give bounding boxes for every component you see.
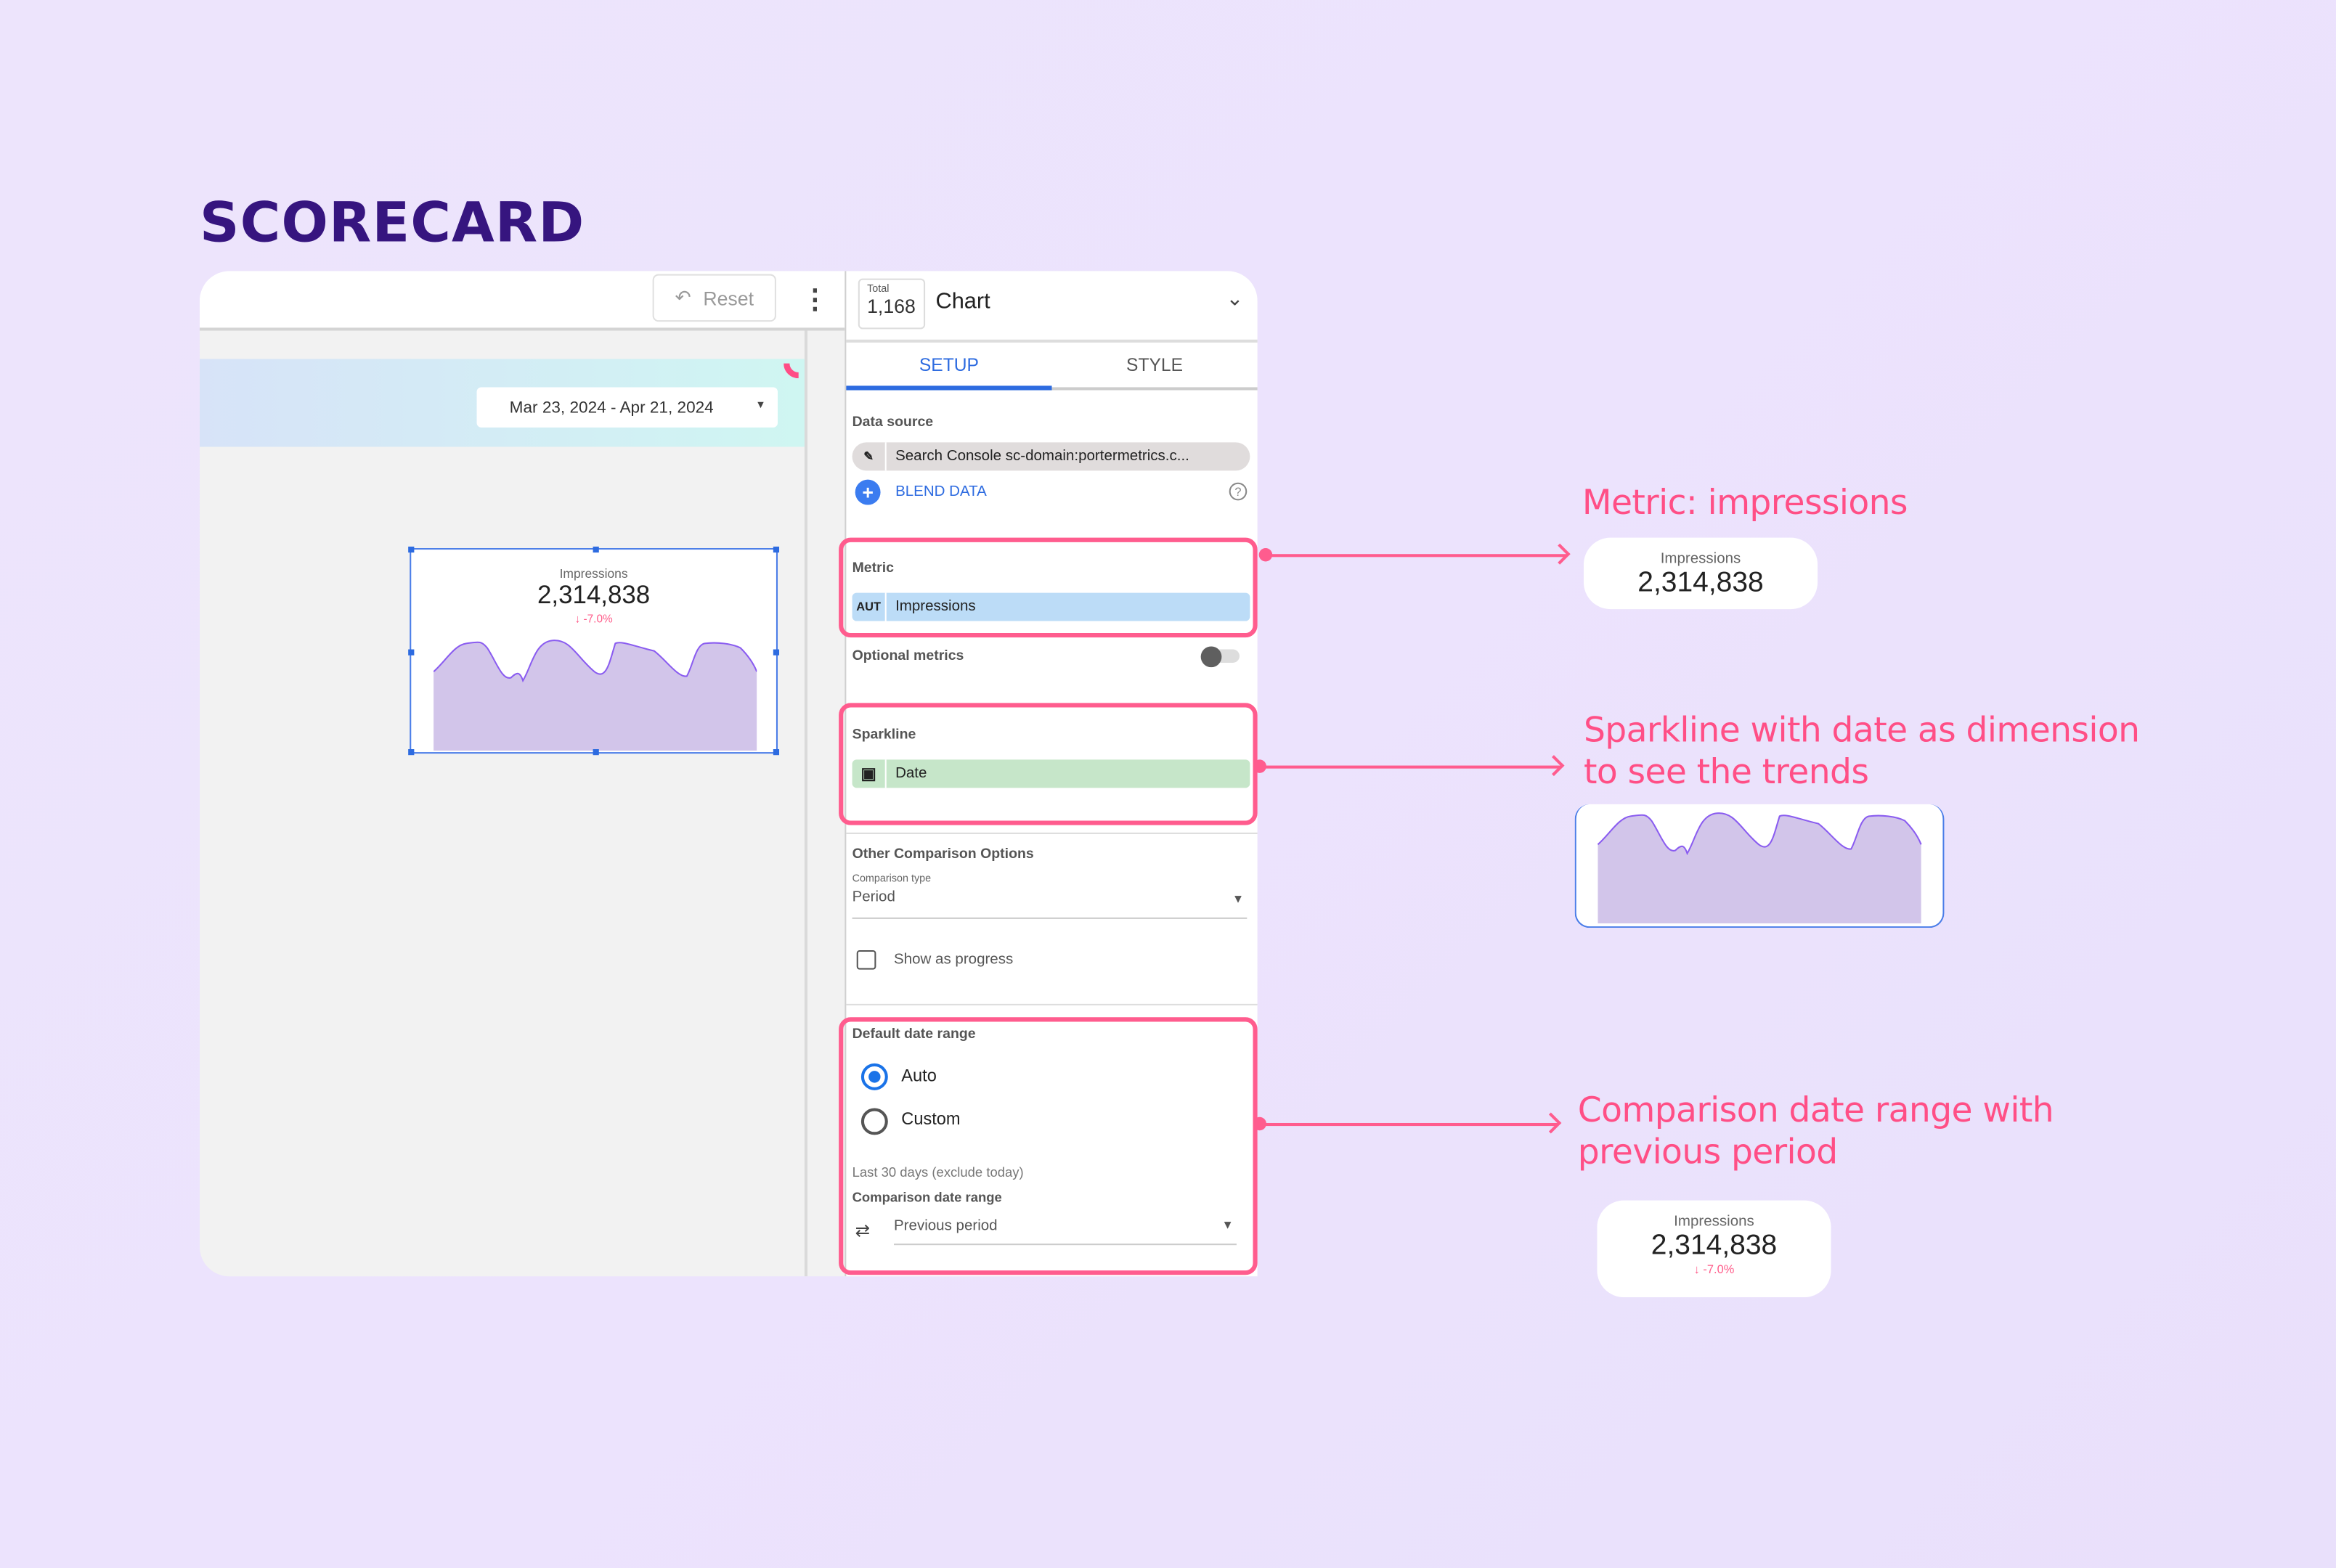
comparison-options-label: Other Comparison Options [852, 846, 1034, 862]
date-range-value: Mar 23, 2024 - Apr 21, 2024 [509, 398, 714, 417]
show-as-progress-checkbox[interactable] [856, 950, 876, 970]
data-source-chip[interactable]: ✎ Search Console sc-domain:portermetrics… [852, 442, 1250, 471]
date-range-highlight [839, 1017, 1258, 1275]
blend-data-button[interactable]: BLEND DATA [895, 484, 987, 501]
reset-button[interactable]: ↶ Reset [652, 274, 776, 322]
sparkline-chart [1597, 812, 1922, 924]
top-toolbar: ↶ Reset ⋮ [199, 271, 845, 331]
arrow-down-icon: ↓ [1693, 1262, 1700, 1277]
annotation-line: previous period [1577, 1133, 1838, 1172]
plus-icon[interactable]: + [855, 479, 881, 505]
active-tab-indicator [846, 385, 1052, 391]
connector-line [1260, 1122, 1559, 1127]
divider [846, 1003, 1258, 1005]
sparkline-highlight [839, 703, 1258, 825]
annotation-comparison: Comparison date range with previous peri… [1578, 1090, 2054, 1174]
more-vert-icon[interactable]: ⋮ [802, 283, 829, 316]
sparkline-area [434, 640, 757, 751]
resize-handle[interactable] [408, 546, 415, 553]
comparison-type-select[interactable]: Period ▼ [852, 889, 1248, 919]
resize-handle[interactable] [593, 546, 599, 553]
tab-setup[interactable]: SETUP [846, 354, 1051, 375]
resize-handle[interactable] [408, 749, 415, 756]
resize-handle[interactable] [773, 749, 780, 756]
divider [846, 832, 1258, 834]
arrow-down-icon: ↓ [574, 612, 581, 626]
total-value: 1,168 [867, 295, 916, 318]
resize-handle[interactable] [773, 546, 780, 553]
annotation-line: to see the trends [1583, 754, 1869, 793]
connector-line [1266, 554, 1568, 558]
scorecard-label: Impressions [559, 565, 628, 581]
scorecard-widget[interactable]: Impressions 2,314,838 ↓ -7.0% [408, 546, 780, 756]
total-badge: Total 1,168 [858, 278, 926, 330]
connector-line [1260, 765, 1562, 769]
scorecard-value: 2,314,838 [537, 581, 651, 610]
pencil-icon[interactable]: ✎ [852, 442, 887, 471]
scorecard-comparison-preview: Impressions 2,314,838 ↓ -7.0% [1597, 1200, 1831, 1298]
date-range-picker[interactable]: Mar 23, 2024 - Apr 21, 2024 ▼ [476, 387, 778, 428]
panel-title: Chart [935, 289, 990, 314]
delta-value: -7.0% [583, 612, 613, 626]
annotation-metric: Metric: impressions [1582, 483, 1908, 523]
metric-highlight [839, 537, 1258, 638]
sparkline-chart [434, 640, 757, 751]
decorative-arc [784, 363, 799, 379]
sparkline-area [1598, 813, 1921, 924]
scorecard-delta: ↓ -7.0% [411, 612, 776, 625]
annotation-line: Sparkline with date as dimension [1583, 711, 2140, 751]
optional-metrics-toggle[interactable] [1200, 645, 1240, 667]
comparison-type-value: Period [852, 889, 895, 906]
undo-icon: ↶ [675, 285, 691, 309]
total-label: Total [867, 284, 890, 295]
data-source-value: Search Console sc-domain:portermetrics.c… [895, 448, 1189, 465]
page-title: SCORECARD [199, 190, 585, 255]
tab-style[interactable]: STYLE [1052, 354, 1258, 375]
scorecard-value: 2,314,838 [1651, 1230, 1778, 1262]
dropdown-arrow-icon: ▼ [1232, 891, 1245, 906]
annotation-sparkline: Sparkline with date as dimension to see … [1584, 711, 2140, 794]
resize-handle[interactable] [773, 649, 780, 656]
comparison-type-label: Comparison type [852, 874, 932, 885]
scorecard-delta: ↓ -7.0% [1597, 1263, 1831, 1276]
resize-handle[interactable] [408, 649, 415, 656]
canvas-divider [804, 330, 808, 1277]
scorecard-preview: Impressions 2,314,838 [1583, 537, 1818, 610]
delta-value: -7.0% [1703, 1262, 1735, 1277]
dropdown-arrow-icon: ▼ [755, 400, 766, 412]
annotation-line: Comparison date range with [1577, 1091, 2054, 1131]
arrow-right-icon [1549, 543, 1571, 565]
scorecard-label: Impressions [1674, 1214, 1754, 1230]
scorecard-value: 2,314,838 [1637, 567, 1764, 599]
help-icon[interactable]: ? [1229, 482, 1248, 501]
sparkline-preview [1574, 804, 1945, 928]
resize-handle[interactable] [593, 749, 599, 756]
data-source-label: Data source [852, 414, 934, 430]
arrow-right-icon [1540, 1112, 1562, 1134]
divider [846, 339, 1258, 343]
optional-metrics-label: Optional metrics [852, 648, 964, 665]
arrow-right-icon [1543, 755, 1565, 777]
reset-label: Reset [703, 286, 754, 309]
scorecard-label: Impressions [1660, 551, 1741, 568]
show-as-progress-label: Show as progress [894, 952, 1014, 968]
chevron-down-icon[interactable]: ⌄ [1226, 286, 1244, 311]
